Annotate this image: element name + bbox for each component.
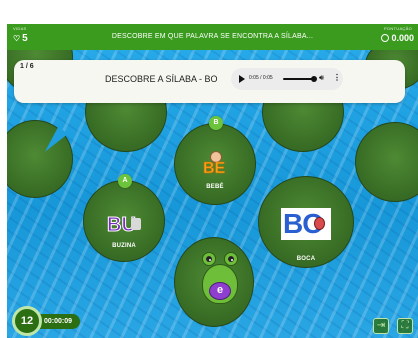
lives-label: VIDAS: [13, 26, 27, 31]
option-b-word[interactable]: BE BEBÉ: [198, 151, 232, 190]
audio-progress-knob[interactable]: [311, 76, 317, 82]
more-icon[interactable]: ⋮: [333, 73, 341, 82]
timer: 00:00:09 12: [12, 306, 88, 336]
countdown: 12: [12, 306, 42, 336]
buzina-picture: BU: [107, 214, 141, 240]
frog-belly-letter: e: [209, 282, 231, 300]
option-b-badge: B: [209, 116, 223, 130]
game-title: DESCOBRE EM QUE PALAVRA SE ENCONTRA A SÍ…: [111, 33, 314, 40]
mouth-icon: [314, 217, 325, 230]
bebe-picture-text: BE: [203, 160, 226, 178]
audio-progress[interactable]: [283, 78, 313, 80]
top-bar: VIDAS ♡ 5 DESCOBRE EM QUE PALAVRA SE ENCO…: [7, 24, 418, 50]
option-b-label: BEBÉ: [206, 184, 224, 190]
question-text: DESCOBRE A SÍLABA - BO: [105, 74, 218, 84]
question-panel: 1 / 6 DESCOBRE A SÍLABA - BO 0:05 / 0:05…: [14, 60, 405, 103]
question-counter: 1 / 6: [20, 63, 34, 70]
horn-icon: [131, 218, 141, 230]
volume-icon[interactable]: 🔊︎: [319, 73, 324, 83]
score-value: 0.000: [391, 33, 414, 43]
option-c-label: BOCA: [296, 256, 316, 262]
score-label: PONTUAÇÃO: [383, 26, 412, 31]
frog-eye-right: [224, 252, 238, 266]
option-a-word[interactable]: BU BUZINA: [104, 214, 144, 249]
bebe-picture: BE: [202, 151, 228, 181]
option-a-badge: A: [118, 174, 132, 188]
audio-time: 0:05 / 0:05: [249, 75, 273, 81]
frog-eye-left: [202, 252, 216, 266]
boca-picture: BO: [281, 208, 331, 240]
option-c-word[interactable]: BO BOCA: [280, 208, 332, 262]
coin-icon: [381, 34, 390, 42]
score-counter: 0.000: [381, 33, 414, 43]
play-icon[interactable]: [239, 75, 245, 83]
lily-pad: [355, 122, 418, 202]
elapsed-time: 00:00:09: [36, 314, 80, 329]
option-a-label: BUZINA: [112, 243, 136, 249]
lily-pad: [7, 120, 73, 198]
exit-icon[interactable]: ⇥: [373, 318, 389, 334]
fullscreen-icon[interactable]: ⛶: [397, 318, 413, 334]
frog-character: e: [196, 248, 244, 310]
audio-player[interactable]: 0:05 / 0:05 🔊︎ ⋮: [231, 68, 343, 90]
